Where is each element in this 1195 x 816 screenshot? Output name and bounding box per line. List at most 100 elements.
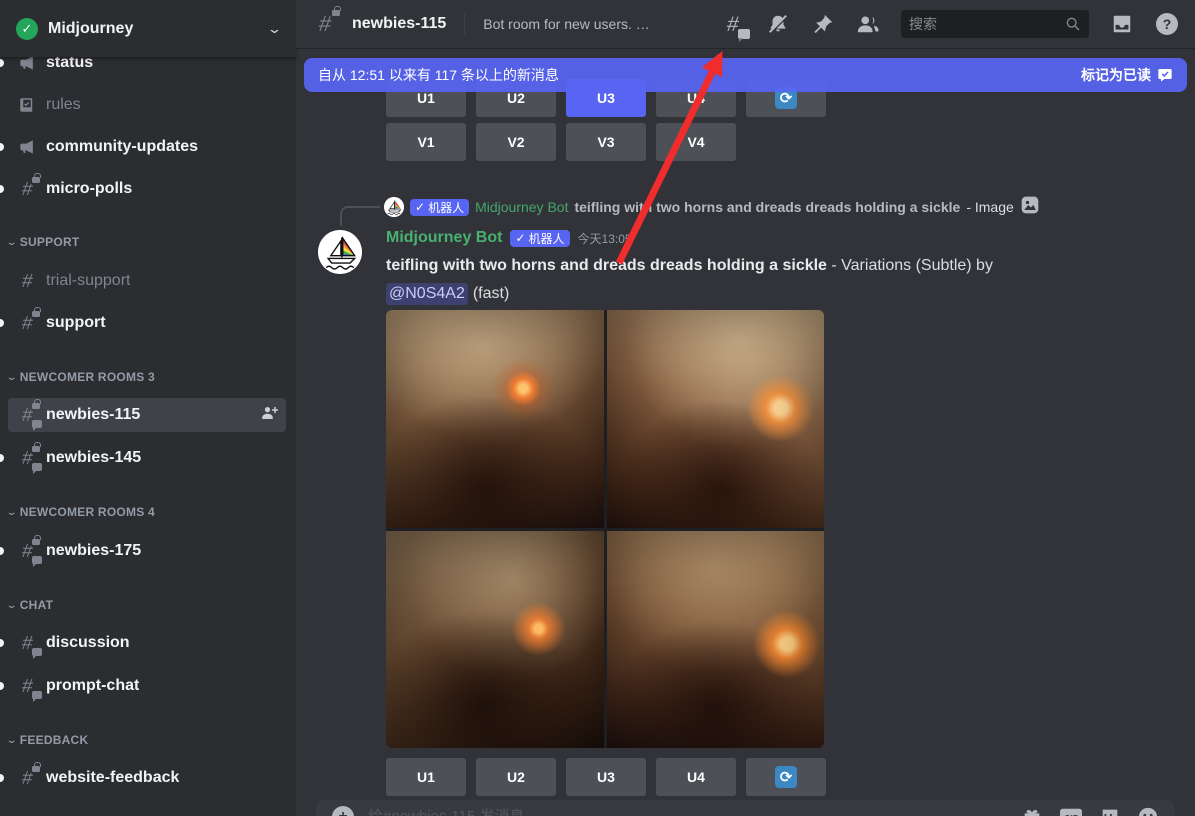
- generated-image-quadrant-3[interactable]: [386, 531, 604, 749]
- chevron-down-icon: ⌄: [6, 735, 18, 746]
- unread-indicator: [0, 185, 4, 193]
- message-header: Midjourney Bot ✓机器人 今天13:05: [386, 229, 632, 247]
- sidebar-item-discussion[interactable]: # discussion: [8, 626, 286, 660]
- refresh-icon: ⟳: [775, 766, 797, 788]
- mark-as-read-button[interactable]: 标记为已读: [1081, 65, 1173, 85]
- u1-button[interactable]: U1: [386, 758, 466, 796]
- unread-indicator: [0, 682, 4, 690]
- category-feedback[interactable]: ⌄ FEEDBACK: [8, 730, 286, 750]
- server-header[interactable]: ✓ Midjourney ⌄: [0, 0, 296, 57]
- sidebar-item-newbies-115[interactable]: # newbies-115: [8, 398, 286, 432]
- new-messages-banner[interactable]: 自从 12:51 以来有 117 条以上的新消息 标记为已读: [304, 58, 1187, 92]
- message-text-line2: @N0S4A2 (fast): [386, 283, 1176, 305]
- category-label: NEWCOMER ROOMS 3: [20, 370, 155, 384]
- midjourney-bot-avatar: [384, 197, 404, 217]
- category-label: SUPPORT: [20, 235, 80, 249]
- gift-icon[interactable]: [1021, 806, 1043, 816]
- member-list-icon[interactable]: [856, 12, 880, 36]
- hash-thread-icon: #: [16, 675, 38, 697]
- emoji-icon[interactable]: [1137, 806, 1159, 816]
- unread-indicator: [0, 454, 4, 462]
- generated-image-quadrant-1[interactable]: [386, 310, 604, 528]
- search-input[interactable]: [909, 16, 1059, 32]
- sidebar-item-newbies-145[interactable]: # newbies-145: [8, 441, 286, 475]
- category-label: NEWCOMER ROOMS 4: [20, 505, 155, 519]
- image-grid[interactable]: [386, 310, 824, 748]
- chevron-down-icon: ⌄: [6, 237, 18, 248]
- unread-indicator: [0, 639, 4, 647]
- inbox-icon[interactable]: [1110, 12, 1134, 36]
- bot-badge: ✓机器人: [510, 230, 569, 247]
- u4-button[interactable]: U4: [656, 758, 736, 796]
- category-newcomer-rooms-3[interactable]: ⌄ NEWCOMER ROOMS 3: [8, 367, 286, 387]
- hash-lock-thread-icon: #: [16, 540, 38, 562]
- channel-label: newbies-115: [46, 406, 140, 424]
- sidebar-item-website-feedback[interactable]: # website-feedback: [8, 761, 286, 795]
- channel-label: rules: [46, 96, 81, 114]
- topbar-channel-name: newbies-115: [352, 15, 446, 33]
- reply-preview[interactable]: ✓机器人 Midjourney Bot teifling with two ho…: [384, 196, 1174, 218]
- chevron-down-icon: ⌄: [6, 600, 18, 611]
- sticker-icon[interactable]: [1099, 806, 1121, 816]
- rules-book-icon: [16, 94, 38, 116]
- hash-lock-thread-icon: #: [16, 404, 38, 426]
- pinned-messages-icon[interactable]: [811, 12, 835, 36]
- channel-label: micro-polls: [46, 180, 132, 198]
- threads-icon[interactable]: #: [721, 12, 745, 36]
- sidebar-item-trial-support[interactable]: # trial-support: [8, 264, 286, 298]
- category-chat[interactable]: ⌄ CHAT: [8, 595, 286, 615]
- divider: [464, 13, 465, 35]
- message-text-line1: teifling with two horns and dreads dread…: [386, 255, 1176, 277]
- v1-button[interactable]: V1: [386, 123, 466, 161]
- channel-topic[interactable]: Bot room for new users. …: [483, 16, 650, 32]
- chat-area: U1 U2 U3 U4 ⟳ V1 V2 V3 V4 ✓机器人 Midjourne…: [296, 0, 1195, 816]
- sidebar-item-micro-polls[interactable]: # micro-polls: [8, 172, 286, 206]
- reply-author[interactable]: Midjourney Bot: [475, 199, 568, 215]
- generated-image-quadrant-4[interactable]: [607, 531, 825, 749]
- mode-text: (fast): [473, 283, 509, 305]
- category-newcomer-rooms-4[interactable]: ⌄ NEWCOMER ROOMS 4: [8, 502, 286, 522]
- u3-button[interactable]: U3: [566, 758, 646, 796]
- chevron-down-icon: ⌄: [267, 21, 282, 37]
- sidebar-item-support[interactable]: # support: [8, 306, 286, 340]
- mark-read-icon: [1157, 67, 1173, 83]
- sidebar-item-prompt-chat[interactable]: # prompt-chat: [8, 669, 286, 703]
- unread-indicator: [0, 774, 4, 782]
- prompt-text: teifling with two horns and dreads dread…: [386, 257, 827, 274]
- gif-picker-icon[interactable]: GIF: [1059, 806, 1083, 816]
- channel-label: community-updates: [46, 138, 198, 156]
- hash-thread-icon: #: [16, 632, 38, 654]
- chevron-down-icon: ⌄: [6, 372, 18, 383]
- category-support[interactable]: ⌄ SUPPORT: [8, 232, 286, 252]
- hash-lock-thread-icon: #: [16, 447, 38, 469]
- new-messages-text: 自从 12:51 以来有 117 条以上的新消息: [318, 65, 559, 85]
- unread-indicator: [0, 547, 4, 555]
- search-box[interactable]: [901, 10, 1089, 38]
- reroll-button[interactable]: ⟳: [746, 758, 826, 796]
- server-name: Midjourney: [48, 20, 259, 38]
- notifications-muted-icon[interactable]: [766, 12, 790, 36]
- meta-text: - Variations (Subtle) by: [827, 257, 993, 274]
- message-timestamp: 今天13:05: [578, 230, 632, 247]
- generated-image-quadrant-2[interactable]: [607, 310, 825, 528]
- invite-member-icon[interactable]: [260, 404, 278, 427]
- v2-button[interactable]: V2: [476, 123, 556, 161]
- sidebar-item-community-updates[interactable]: community-updates: [8, 130, 286, 164]
- v4-button[interactable]: V4: [656, 123, 736, 161]
- message-input[interactable]: [368, 806, 1007, 816]
- v3-button[interactable]: V3: [566, 123, 646, 161]
- sidebar-item-newbies-175[interactable]: # newbies-175: [8, 534, 286, 568]
- u2-button[interactable]: U2: [476, 758, 556, 796]
- unread-indicator: [0, 319, 4, 327]
- bot-badge: ✓机器人: [410, 199, 469, 216]
- mark-as-read-label: 标记为已读: [1081, 65, 1151, 85]
- midjourney-bot-avatar[interactable]: [318, 230, 362, 274]
- variation-button-row: V1 V2 V3 V4: [386, 123, 736, 161]
- hash-lock-icon: #: [16, 312, 38, 334]
- sidebar-item-rules[interactable]: rules: [8, 88, 286, 122]
- user-mention[interactable]: @N0S4A2: [386, 283, 468, 305]
- message-author[interactable]: Midjourney Bot: [386, 229, 502, 247]
- attach-plus-icon[interactable]: +: [332, 806, 354, 816]
- help-icon[interactable]: ?: [1155, 12, 1179, 36]
- channel-label: website-feedback: [46, 769, 179, 787]
